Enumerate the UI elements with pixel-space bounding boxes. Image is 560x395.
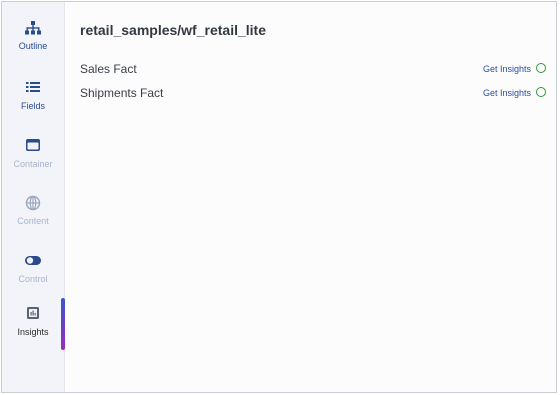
globe-icon (2, 195, 64, 213)
list-item: Shipments Fact Get Insights (80, 84, 546, 104)
container-icon (2, 138, 64, 156)
list-item: Sales Fact Get Insights (80, 60, 546, 80)
sidebar-item-outline[interactable]: Outline (2, 20, 64, 72)
page-title: retail_samples/wf_retail_lite (80, 22, 266, 38)
insights-icon (2, 306, 64, 324)
toggle-icon (2, 253, 64, 271)
sidebar-item-label: Content (17, 216, 49, 226)
list-icon (2, 80, 64, 98)
sidebar-item-content: Content (2, 195, 64, 247)
sidebar-item-label: Outline (18, 41, 48, 51)
status-circle-icon (536, 87, 546, 97)
sidebar-item-label: Container (13, 159, 53, 169)
sidebar-item-label: Control (18, 274, 48, 284)
sidebar-item-label: Insights (17, 327, 49, 337)
panel-frame: Outline Fields Container Content Control… (1, 1, 557, 393)
sidebar-item-label: Fields (20, 101, 45, 111)
list-item-name: Shipments Fact (80, 86, 164, 100)
status-circle-icon (536, 63, 546, 73)
get-insights-link[interactable]: Get Insights (483, 88, 531, 98)
hierarchy-icon (2, 20, 64, 38)
sidebar: Outline Fields Container Content Control… (2, 2, 65, 392)
get-insights-link[interactable]: Get Insights (483, 64, 531, 74)
list-item-name: Sales Fact (80, 62, 137, 76)
sidebar-item-control: Control (2, 253, 64, 305)
sidebar-item-insights[interactable]: Insights (2, 306, 64, 358)
sidebar-item-container: Container (2, 138, 64, 190)
sidebar-item-fields[interactable]: Fields (2, 80, 64, 132)
main-panel: retail_samples/wf_retail_lite Sales Fact… (65, 2, 556, 392)
